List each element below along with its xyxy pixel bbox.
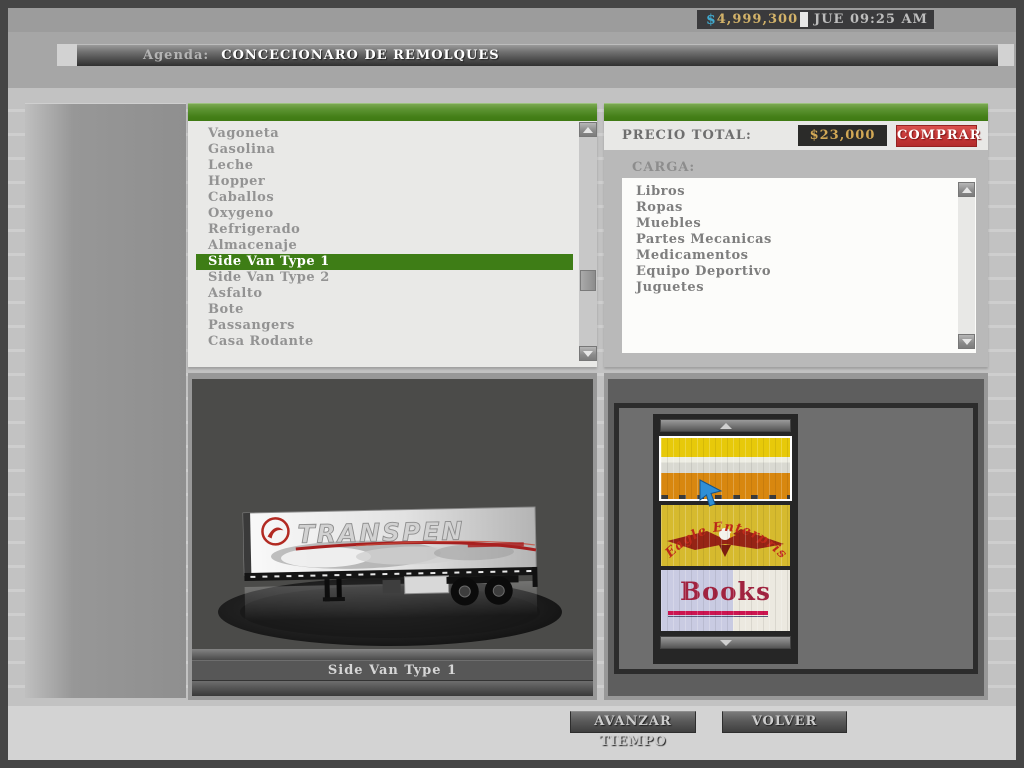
caption-bar-bottom — [192, 681, 593, 696]
status-divider — [800, 12, 808, 27]
books-underline-thin — [668, 616, 768, 617]
footer-background — [8, 706, 1016, 760]
trailer-type-item[interactable]: Side Van Type 1 — [196, 254, 573, 270]
cargo-list-box: LibrosRopasMueblesPartes MecanicasMedica… — [622, 178, 976, 353]
skin-thumbnail-eagle-enterprises[interactable]: Eagle Enterprises — [661, 505, 790, 566]
scroll-down-icon — [583, 351, 593, 357]
trailer-type-item[interactable]: Bote — [196, 302, 573, 318]
mouse-cursor-icon — [698, 478, 724, 508]
status-bar: $ 4,999,300 JUE 09:25 AM — [697, 10, 934, 29]
trailer-type-item[interactable]: Gasolina — [196, 142, 573, 158]
scroll-down-icon — [962, 339, 972, 345]
skins-scroll-up-button[interactable] — [660, 419, 791, 432]
datetime-display: JUE 09:25 AM — [808, 12, 934, 27]
eagle-skin-art: Eagle Enterprises — [661, 505, 790, 566]
advance-time-button[interactable]: AVANZAR TIEMPO — [570, 711, 696, 733]
screen: $ 4,999,300 JUE 09:25 AM Agenda: CONCECI… — [8, 8, 1016, 760]
cargo-item[interactable]: Medicamentos — [636, 248, 976, 264]
trailer-type-item[interactable]: Asfalto — [196, 286, 573, 302]
agenda-bar: Agenda: CONCECIONARO DE REMOLQUES — [77, 44, 998, 66]
back-button[interactable]: VOLVER — [722, 711, 847, 733]
cargo-item[interactable]: Equipo Deportivo — [636, 264, 976, 280]
scroll-up-button[interactable] — [958, 182, 975, 197]
skin-strip: Eagle Enterprises Books — [653, 414, 798, 664]
cargo-scrollbar[interactable] — [958, 182, 975, 349]
scroll-up-icon — [962, 187, 972, 193]
cargo-item[interactable]: Muebles — [636, 216, 976, 232]
money-balance: 4,999,300 — [717, 12, 798, 27]
scroll-up-icon — [583, 127, 593, 133]
cargo-item[interactable]: Libros — [636, 184, 976, 200]
agenda-label: Agenda: — [143, 48, 209, 63]
trailer-type-item[interactable]: Vagoneta — [196, 126, 573, 142]
curtain-rail — [661, 495, 790, 499]
skin-thumbnail-striped-curtain[interactable] — [659, 436, 792, 501]
svg-text:Eagle Enterprises: Eagle Enterprises — [661, 505, 790, 562]
trailer-type-item[interactable]: Leche — [196, 158, 573, 174]
skin-thumbnail-books[interactable]: Books — [661, 570, 790, 631]
money-display: $ 4,999,300 — [697, 10, 800, 29]
left-spacer-panel — [25, 103, 186, 698]
price-row: PRECIO TOTAL: $23,000 COMPRAR — [604, 121, 988, 150]
scroll-down-button[interactable] — [579, 346, 597, 361]
cargo-item[interactable]: Partes Mecanicas — [636, 232, 976, 248]
cargo-list: LibrosRopasMueblesPartes MecanicasMedica… — [622, 178, 976, 296]
eagle-skin-label: Eagle Enterprises — [661, 505, 790, 562]
trailer-type-item[interactable]: Casa Rodante — [196, 334, 573, 350]
skin-picker-panel: Eagle Enterprises Books — [604, 373, 988, 700]
trailer-type-item[interactable]: Refrigerado — [196, 222, 573, 238]
trailer-type-list: VagonetaGasolinaLecheHopperCaballosOxyge… — [188, 121, 597, 367]
selected-trailer-caption: Side Van Type 1 — [192, 660, 593, 681]
trailer-type-panel: VagonetaGasolinaLecheHopperCaballosOxyge… — [188, 103, 597, 367]
purchase-header — [604, 103, 988, 121]
trailer-3d-preview: TRANSPEN — [206, 496, 578, 648]
dollar-icon: $ — [706, 12, 717, 28]
price-label: PRECIO TOTAL: — [622, 128, 752, 143]
trailer-preview-panel: TRANSPEN — [188, 373, 597, 700]
cargo-item[interactable]: Ropas — [636, 200, 976, 216]
trailer-list-header — [188, 103, 597, 121]
trailer-type-item[interactable]: Hopper — [196, 174, 573, 190]
trailer-type-item[interactable]: Side Van Type 2 — [196, 270, 573, 286]
game-window: $ 4,999,300 JUE 09:25 AM Agenda: CONCECI… — [0, 0, 1024, 768]
books-underline — [668, 611, 768, 615]
scrollbar-thumb[interactable] — [580, 270, 596, 291]
skins-scroll-down-button[interactable] — [660, 636, 791, 649]
trailer-type-item[interactable]: Oxygeno — [196, 206, 573, 222]
price-value: $23,000 — [798, 125, 887, 146]
agenda-bar-cap-right — [998, 44, 1014, 66]
scroll-up-button[interactable] — [579, 122, 597, 137]
agenda-bar-cap-left — [57, 44, 77, 66]
books-skin-label: Books — [661, 577, 790, 606]
trailer-type-item[interactable]: Almacenaje — [196, 238, 573, 254]
buy-button[interactable]: COMPRAR — [896, 125, 977, 147]
preview-caption-stack: Side Van Type 1 — [192, 649, 593, 696]
cargo-item[interactable]: Juguetes — [636, 280, 976, 296]
scroll-down-icon — [720, 640, 732, 646]
caption-bar-top — [192, 649, 593, 660]
cargo-label: CARGA: — [632, 160, 695, 175]
trailer-list-scrollbar[interactable] — [579, 122, 597, 361]
purchase-panel: PRECIO TOTAL: $23,000 COMPRAR CARGA: Lib… — [604, 103, 988, 367]
trailer-type-item[interactable]: Passangers — [196, 318, 573, 334]
scroll-up-icon — [720, 423, 732, 429]
trailer-type-item[interactable]: Caballos — [196, 190, 573, 206]
page-title: CONCECIONARO DE REMOLQUES — [221, 48, 499, 63]
scroll-down-button[interactable] — [958, 334, 975, 349]
